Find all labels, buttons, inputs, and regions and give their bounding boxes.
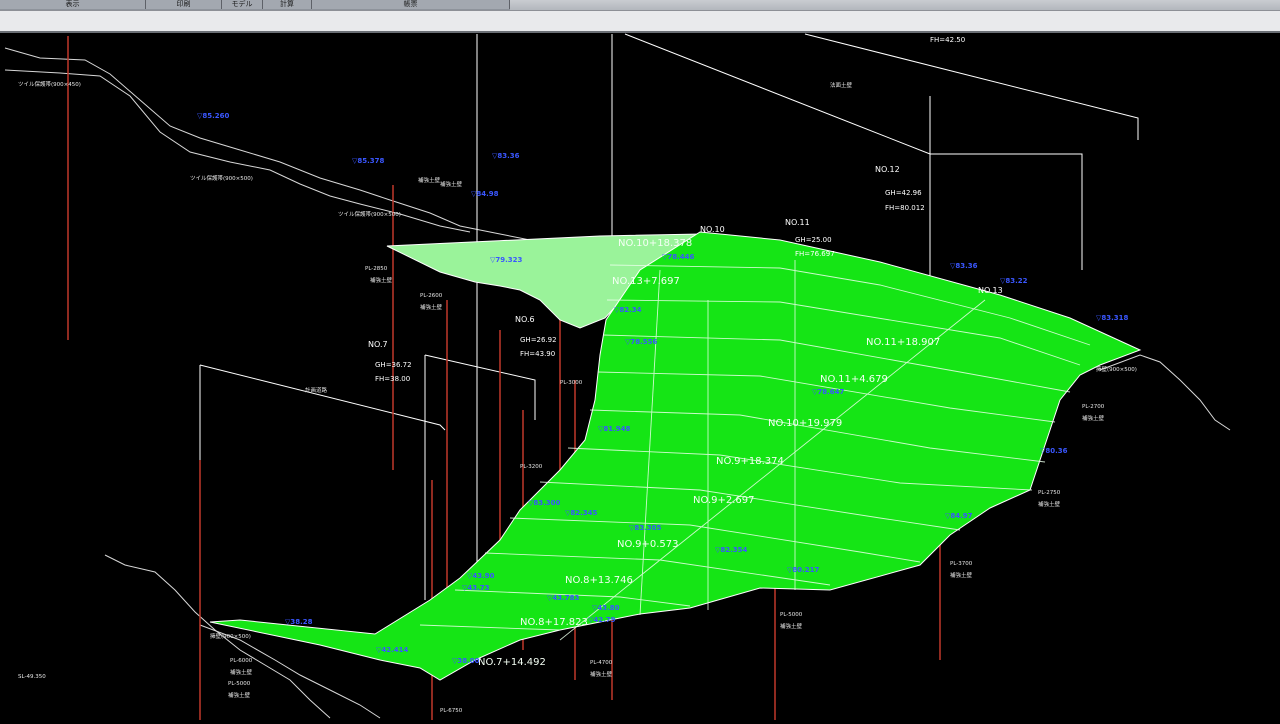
- toolbar-tab-4[interactable]: 帳票: [312, 0, 510, 9]
- note-label-0: ツイル保護帯(900×450): [18, 80, 81, 88]
- cad-drawing: ツイル保護帯(900×450) ツイル保護帯(900×500) ツイル保護帯(900…: [4, 33, 1231, 720]
- level-label-17: ▽42.79: [588, 616, 616, 624]
- note-label-9: PL-2700: [1082, 404, 1105, 410]
- station-label-3: NO.13: [978, 286, 1003, 295]
- chainage-label-7: NO.9+0.573: [617, 539, 679, 550]
- note-label-21: PL-6750: [440, 708, 463, 714]
- chainage-label-0: NO.10+18.378: [618, 238, 692, 249]
- terrain-upper: [4, 47, 601, 249]
- level-label-7: ▽83.300: [528, 499, 561, 507]
- level-label-13: ▽43.90: [467, 572, 495, 580]
- level-label-24: ▽83.36: [492, 152, 520, 160]
- level-label-23: ▽85.378: [352, 157, 385, 165]
- level-label-22: ▽85.260: [197, 112, 230, 120]
- level-label-2: ▽82.34: [614, 306, 642, 314]
- note-label-24: 擁壁(900×500): [1096, 365, 1137, 373]
- chainage-label-5: NO.9+18.374: [716, 456, 784, 467]
- toolbar-tab-3[interactable]: 計算: [263, 0, 312, 9]
- note-label-20: 補強土壁: [230, 668, 253, 676]
- chainage-label-8: NO.8+13.746: [565, 575, 633, 586]
- chainage-label-3: NO.11+4.679: [820, 374, 888, 385]
- level-label-18: ▽42.414: [376, 646, 409, 654]
- toolbar-tab-strip: 表示 印刷 モデル 計算 帳票: [0, 0, 510, 10]
- note-label-7: PL-3000: [560, 380, 583, 386]
- note-label-18: 補強土壁: [590, 670, 613, 678]
- level-label-15: ▽43.783: [547, 594, 580, 602]
- level-label-10: ▽82.354: [715, 546, 748, 554]
- elevation-label-3: FH=76.697: [795, 250, 835, 258]
- level-label-20: ▽38.28: [285, 618, 313, 626]
- terrain-upper-2: [4, 69, 471, 233]
- cad-viewport[interactable]: ツイル保護帯(900×450) ツイル保護帯(900×500) ツイル保護帯(900…: [0, 33, 1280, 720]
- note-label-22: PL-5000: [228, 681, 251, 687]
- station-label-2: NO.12: [875, 165, 900, 174]
- note-label-3: PL-2850: [365, 266, 388, 272]
- note-label-11: PL-2750: [1038, 490, 1061, 496]
- station-label-1: NO.11: [785, 218, 810, 227]
- note-label-19: PL-6000: [230, 658, 253, 664]
- elevation-label-8: FH=42.50: [930, 36, 965, 44]
- main-green-slope: [209, 231, 1142, 681]
- note-label-10: 補強土壁: [1082, 414, 1105, 422]
- level-label-4: ▽78.647: [812, 388, 845, 396]
- note-label-8: PL-3200: [520, 464, 543, 470]
- chainage-label-6: NO.9+2.697: [693, 495, 755, 506]
- note-label-29: 補強土壁: [440, 180, 463, 188]
- note-label-6: 補強土壁: [420, 303, 443, 311]
- level-label-9: ▽83.305: [629, 524, 662, 532]
- elevation-label-0: GH=42.96: [885, 189, 922, 197]
- note-label-14: 補強土壁: [950, 571, 973, 579]
- window-toolbar: 表示 印刷 モデル 計算 帳票: [0, 0, 1280, 11]
- level-label-27: ▽83.22: [1000, 277, 1028, 285]
- chainage-label-2: NO.11+18.907: [866, 337, 940, 348]
- level-label-6: ▽80.36: [1040, 447, 1068, 455]
- note-label-13: PL-3700: [950, 561, 973, 567]
- elevation-label-1: FH=80.012: [885, 204, 925, 212]
- note-label-5: PL-2600: [420, 293, 443, 299]
- note-label-16: 補強土壁: [780, 622, 803, 630]
- toolbar-tab-1[interactable]: 印刷: [146, 0, 222, 9]
- level-label-16: ▽43.80: [592, 604, 620, 612]
- note-label-25: 擁壁(900×500): [210, 632, 251, 640]
- level-label-11: ▽80.217: [787, 566, 820, 574]
- note-label-23: 補強土壁: [228, 691, 251, 699]
- note-label-2: ツイル保護帯(900×500): [338, 210, 401, 218]
- level-label-12: ▽84.97: [945, 512, 973, 520]
- level-label-26: ▽83.36: [950, 262, 978, 270]
- level-label-5: ▽81.948: [598, 425, 631, 433]
- note-label-26: SL-49.350: [18, 674, 46, 680]
- elevation-label-5: FH=43.90: [520, 350, 555, 358]
- station-label-4: NO.7: [368, 340, 388, 349]
- ribbon-panel: [0, 11, 1280, 33]
- level-label-0: ▽79.323: [490, 256, 523, 264]
- note-label-30: 法面土壁: [830, 81, 853, 89]
- level-label-14: ▽43.73: [462, 584, 490, 592]
- level-label-8: ▽82.345: [565, 509, 598, 517]
- chainage-label-9: NO.8+17.823: [520, 617, 588, 628]
- toolbar-tab-2[interactable]: モデル: [222, 0, 263, 9]
- note-label-17: PL-4700: [590, 660, 613, 666]
- level-label-3: ▽78.556: [625, 338, 658, 346]
- chainage-label-10: NO.7+14.492: [478, 657, 546, 668]
- elevation-label-6: GH=36.72: [375, 361, 412, 369]
- note-label-27: 計画道路: [305, 386, 328, 394]
- station-label-0: NO.10: [700, 225, 725, 234]
- note-label-28: 補強土壁: [418, 176, 441, 184]
- elevation-label-4: GH=26.92: [520, 336, 557, 344]
- chainage-label-4: NO.10+19.979: [768, 418, 842, 429]
- note-label-12: 補強土壁: [1038, 500, 1061, 508]
- note-label-1: ツイル保護帯(900×500): [190, 174, 253, 182]
- chainage-label-1: NO.13+7.697: [612, 276, 680, 287]
- level-label-21: ▽83.318: [1096, 314, 1129, 322]
- level-label-25: ▽84.98: [471, 190, 499, 198]
- elevation-label-2: GH=25.00: [795, 236, 832, 244]
- elevation-label-7: FH=38.00: [375, 375, 410, 383]
- leader-mid-1: [424, 354, 536, 420]
- level-label-19: ▽38.00: [452, 657, 480, 665]
- note-label-15: PL-5000: [780, 612, 803, 618]
- level-label-1: ▽78.446: [662, 253, 695, 261]
- station-label-5: NO.6: [515, 315, 535, 324]
- note-label-4: 補強土壁: [370, 276, 393, 284]
- toolbar-tab-0[interactable]: 表示: [0, 0, 146, 9]
